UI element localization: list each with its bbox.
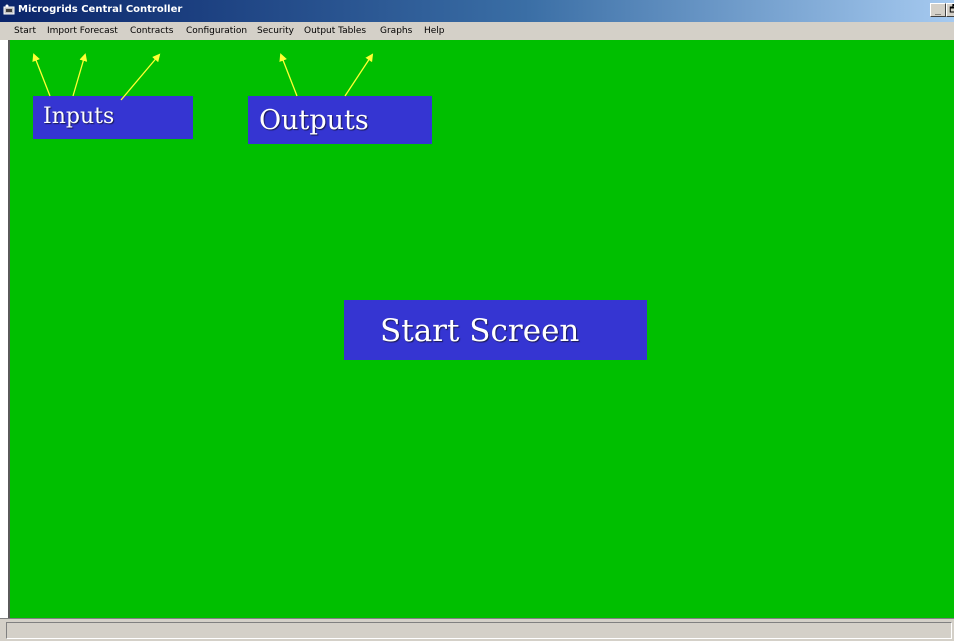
menu-bar: Start Import Forecast Contracts Configur… [0, 22, 954, 40]
app-icon [3, 4, 15, 15]
outputs-annotation: Outputs [248, 96, 432, 144]
menu-item-security[interactable]: Security [257, 25, 294, 37]
menu-item-import-forecast[interactable]: Import Forecast [47, 25, 118, 37]
status-panel [6, 622, 952, 639]
status-bar [0, 618, 954, 641]
menu-item-help[interactable]: Help [424, 25, 445, 37]
menu-item-output-tables[interactable]: Output Tables [304, 25, 366, 37]
start-screen-label: Start Screen [344, 300, 647, 360]
title-bar[interactable]: Microgrids Central Controller _ 🗗 [0, 0, 954, 22]
window-title: Microgrids Central Controller [18, 4, 183, 15]
menu-item-graphs[interactable]: Graphs [380, 25, 412, 37]
minimize-button[interactable]: _ [930, 3, 946, 17]
menu-item-configuration[interactable]: Configuration [186, 25, 247, 37]
restore-button[interactable]: 🗗 [946, 3, 954, 17]
menu-item-contracts[interactable]: Contracts [130, 25, 173, 37]
menu-item-start[interactable]: Start [14, 25, 36, 37]
inputs-annotation: Inputs [33, 96, 193, 139]
